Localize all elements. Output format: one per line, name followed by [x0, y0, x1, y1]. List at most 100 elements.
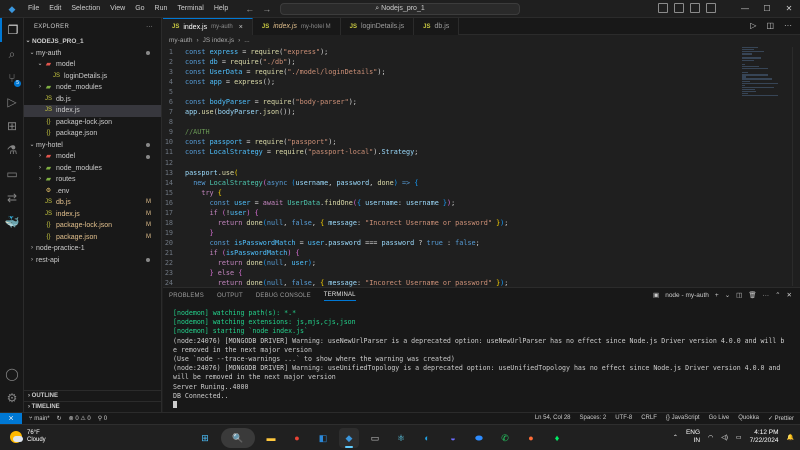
chrome-icon[interactable]: ● — [287, 428, 307, 448]
status-item[interactable]: UTF-8 — [615, 415, 632, 422]
new-terminal-icon[interactable]: + — [715, 292, 719, 299]
maximize-button[interactable]: ☐ — [756, 0, 778, 18]
code-editor[interactable]: 1 const express = require("express"); 2 con… — [163, 47, 800, 288]
more-icon[interactable]: ··· — [784, 21, 792, 30]
react-app-icon[interactable]: ⚛ — [391, 428, 411, 448]
kill-terminal-icon[interactable]: 🗑 — [748, 291, 756, 299]
minimap[interactable] — [742, 47, 786, 107]
close-icon[interactable]: × — [239, 24, 243, 31]
toggle-panel-icon[interactable] — [674, 3, 684, 13]
edge-icon[interactable]: ◐ — [417, 428, 437, 448]
editor-scrollbar[interactable] — [792, 47, 800, 286]
tree-item-index-js[interactable]: JS index.js — [24, 105, 161, 117]
tree-item-node-practice-1[interactable]: › node-practice-1 — [24, 243, 161, 255]
tree-item-package-json[interactable]: {} package.json — [24, 128, 161, 140]
tree-item-package-lock-json[interactable]: {} package-lock.json M — [24, 220, 161, 232]
source-control-icon[interactable]: ⑂ 5 — [0, 66, 24, 90]
panel-tab-debug-console[interactable]: DEBUG CONSOLE — [256, 293, 311, 299]
forward-arrow-icon[interactable]: → — [262, 4, 271, 14]
close-panel-icon[interactable]: ✕ — [787, 291, 792, 299]
run-icon[interactable]: ▷ — [750, 21, 756, 30]
split-editor-icon[interactable]: ◫ — [766, 21, 774, 30]
outline-section[interactable]: › OUTLINE — [24, 390, 162, 401]
language-indicator[interactable]: ENG IN — [686, 429, 700, 445]
live-share-icon[interactable]: ⇄ — [0, 186, 24, 210]
tree-item--env[interactable]: ⚙ .env — [24, 186, 161, 198]
menu-item-help[interactable]: Help — [209, 0, 233, 18]
back-arrow-icon[interactable]: ← — [245, 4, 254, 14]
weather-widget[interactable]: 76°F Cloudy — [10, 430, 46, 444]
breadcrumb-item[interactable]: ... — [244, 35, 249, 47]
more-actions-icon[interactable]: ··· — [146, 18, 153, 36]
status-item[interactable]: Ln 54, Col 28 — [535, 415, 571, 422]
whatsapp-icon[interactable]: ✆ — [495, 428, 515, 448]
testing-icon[interactable]: ⚗ — [0, 138, 24, 162]
tab-loginDetails-js[interactable]: JS loginDetails.js — [340, 18, 415, 35]
problems-status[interactable]: ⊗ 0 ⚠ 0 — [69, 415, 91, 422]
more-icon[interactable]: ··· — [763, 292, 770, 299]
start-icon[interactable]: ⊞ — [195, 428, 215, 448]
tree-item-model[interactable]: ⌄ ▰ model — [24, 59, 161, 71]
search-widget-icon[interactable]: 🔍 — [221, 428, 255, 448]
menu-item-run[interactable]: Run — [150, 0, 173, 18]
tree-item-index-js[interactable]: JS index.js M — [24, 209, 161, 221]
menu-item-edit[interactable]: Edit — [44, 0, 66, 18]
split-terminal-icon[interactable]: ◫ — [736, 291, 742, 299]
tree-item-my-hotel[interactable]: ⌄ my-hotel — [24, 140, 161, 152]
wifi-icon[interactable]: ◠ — [708, 434, 713, 441]
app-icon[interactable]: ◒ — [443, 428, 463, 448]
store-icon[interactable]: ◧ — [313, 428, 333, 448]
status-item[interactable]: {} JavaScript — [666, 415, 700, 422]
account-icon[interactable]: ◯ — [0, 362, 24, 386]
remote-indicator-icon[interactable]: ⨯ — [0, 412, 22, 425]
tree-item-my-auth[interactable]: ⌄ my-auth — [24, 48, 161, 60]
customize-layout-icon[interactable] — [706, 3, 716, 13]
toggle-secondary-sidebar-icon[interactable] — [690, 3, 700, 13]
run-debug-icon[interactable]: ▷ — [0, 90, 24, 114]
notifications-icon[interactable]: 🔔 — [787, 434, 794, 441]
tab-index-js-my-auth[interactable]: JS index.js my-auth × — [163, 18, 253, 35]
breadcrumb-item[interactable]: › — [238, 35, 240, 47]
menu-item-file[interactable]: File — [23, 0, 44, 18]
workspace-root[interactable]: ⌄ NODEJS_PRO_1 — [24, 36, 161, 48]
explorer-icon[interactable]: ❐ — [0, 18, 24, 42]
volume-icon[interactable]: ◁) — [721, 434, 728, 441]
battery-icon[interactable]: ▭ — [736, 434, 742, 441]
zoom-icon[interactable]: ⬬ — [469, 428, 489, 448]
tree-item-model[interactable]: › ▰ model — [24, 151, 161, 163]
terminal-app-icon[interactable]: ▭ — [365, 428, 385, 448]
postman-icon[interactable]: ● — [521, 428, 541, 448]
menu-item-selection[interactable]: Selection — [66, 0, 105, 18]
sync-icon[interactable]: ↻ — [57, 415, 62, 422]
terminal-cursor[interactable] — [173, 401, 177, 409]
minimize-button[interactable]: — — [734, 0, 756, 18]
branch-status[interactable]: ⑂ main* — [29, 416, 50, 422]
tree-item-rest-api[interactable]: › rest-api — [24, 255, 161, 267]
terminal-output[interactable]: [nodemon] watching path(s): *.* [nodemon]… — [173, 309, 784, 410]
breadcrumb-item[interactable]: JS index.js — [203, 35, 234, 47]
panel-tab-output[interactable]: OUTPUT — [217, 293, 243, 299]
search-icon[interactable]: ⌕ — [0, 42, 24, 66]
tree-item-node-modules[interactable]: › ▰ node_modules — [24, 163, 161, 175]
extensions-icon[interactable]: ⊞ — [0, 114, 24, 138]
command-center-search[interactable]: ⌕ Nodejs_pro_1 — [280, 3, 520, 15]
status-item[interactable]: Go Live — [709, 415, 730, 422]
toggle-sidebar-icon[interactable] — [658, 3, 668, 13]
tree-item-routes[interactable]: › ▰ routes — [24, 174, 161, 186]
docker-icon[interactable]: 🐳 — [0, 210, 24, 234]
tree-item-package-json[interactable]: {} package.json M — [24, 232, 161, 244]
clock[interactable]: 4:12 PM 7/22/2024 — [750, 429, 779, 445]
panel-tab-problems[interactable]: PROBLEMS — [169, 293, 204, 299]
mongodb-compass-icon[interactable]: ♦ — [547, 428, 567, 448]
manage-gear-icon[interactable]: ⚙ — [0, 386, 24, 410]
tab-db-js[interactable]: JS db.js — [414, 18, 460, 35]
vscode-taskbar-icon[interactable]: ◆ — [339, 428, 359, 448]
ports-status[interactable]: ⚲ 0 — [98, 415, 107, 422]
menu-item-terminal[interactable]: Terminal — [172, 0, 208, 18]
tree-item-package-lock-json[interactable]: {} package-lock.json — [24, 117, 161, 129]
terminal-dropdown-icon[interactable]: ⌄ — [725, 291, 730, 299]
close-button[interactable]: ✕ — [778, 0, 800, 18]
tree-item-node-modules[interactable]: › ▰ node_modules — [24, 82, 161, 94]
tree-item-db-js[interactable]: JS db.js — [24, 94, 161, 106]
file-explorer-icon[interactable]: ▬ — [261, 428, 281, 448]
